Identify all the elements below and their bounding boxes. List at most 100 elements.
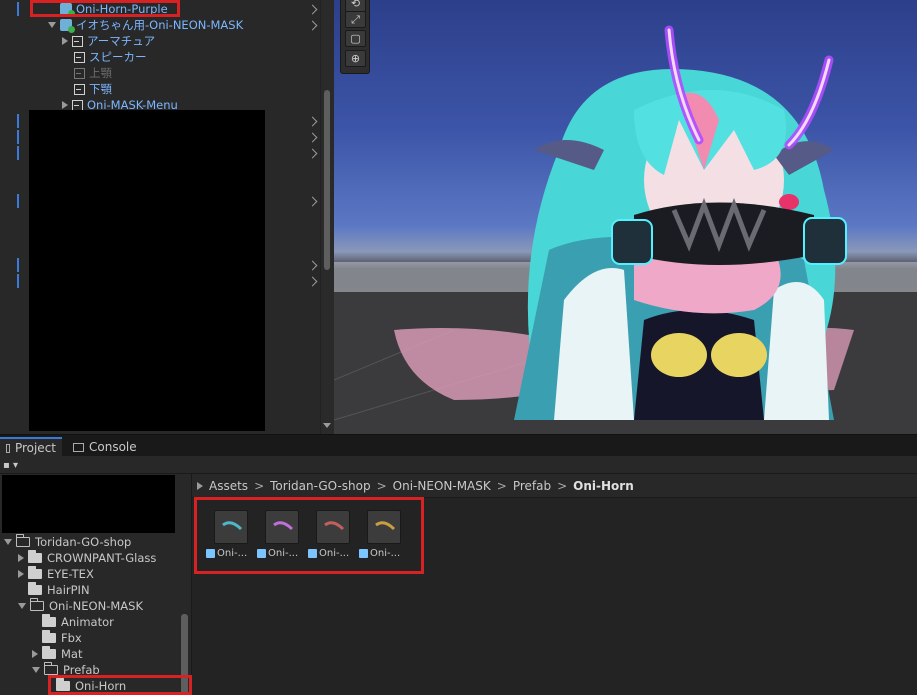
asset-tile[interactable]: Oni-... [306, 507, 356, 561]
selection-marker [17, 194, 19, 208]
create-dropdown-icon[interactable]: ▪ ▾ [3, 460, 18, 471]
hierarchy-item-label: スピーカー [89, 50, 147, 64]
chevron-right-icon[interactable] [307, 196, 318, 206]
asset-name: Oni-... [217, 548, 248, 559]
breadcrumb-item[interactable]: Prefab [513, 479, 551, 493]
redacted-region [29, 110, 265, 431]
panel-tabbar: Project Console [0, 434, 917, 457]
hierarchy-item-armature[interactable]: アーマチュア [0, 33, 320, 49]
expand-arrow-icon[interactable] [18, 603, 26, 609]
hierarchy-panel: Oni-Horn-Purple イオちゃん用-Oni-NEON-MASK アーマ… [0, 0, 334, 434]
hierarchy-item-neon-mask[interactable]: イオちゃん用-Oni-NEON-MASK [0, 17, 320, 33]
tree-item-toridan-go-shop[interactable]: Toridan-GO-shop [4, 534, 131, 550]
breadcrumb-item[interactable]: Oni-Horn [573, 479, 634, 493]
tree-item-prefab[interactable]: Prefab [32, 662, 100, 678]
breadcrumb: Assets > Toridan-GO-shop > Oni-NEON-MASK… [192, 474, 917, 498]
tree-item-hairpin[interactable]: HairPIN [27, 582, 90, 598]
asset-name: Oni-... [268, 548, 299, 559]
selection-marker [17, 2, 19, 16]
selection-marker [17, 130, 19, 144]
redacted-region [2, 475, 175, 533]
chevron-right-icon[interactable] [307, 4, 318, 14]
prefab-icon [308, 549, 317, 558]
chevron-right-icon[interactable] [307, 116, 318, 126]
folder-icon [41, 614, 56, 627]
asset-browser: Assets > Toridan-GO-shop > Oni-NEON-MASK… [192, 474, 917, 695]
expand-arrow-icon[interactable] [48, 22, 56, 28]
hierarchy-item-upper-jaw[interactable]: 上顎 [0, 65, 320, 81]
expand-arrow-icon[interactable] [4, 539, 12, 545]
asset-label: Oni-... [257, 548, 298, 559]
avatar-render [334, 25, 917, 434]
hierarchy-item-label: アーマチュア [87, 34, 156, 48]
scale-tool-icon[interactable]: ⤢ [345, 11, 366, 28]
hierarchy-item-lower-jaw[interactable]: 下顎 [0, 81, 320, 97]
tree-item-fbx[interactable]: Fbx [41, 630, 82, 646]
hierarchy-scrollbar-thumb[interactable] [324, 90, 330, 270]
asset-tile[interactable]: Oni-... [357, 507, 407, 561]
asset-label: Oni-... [308, 548, 349, 559]
breadcrumb-item[interactable]: Toridan-GO-shop [270, 479, 370, 493]
selection-marker [17, 258, 19, 272]
collapse-arrow-icon[interactable] [62, 101, 68, 109]
tree-item-label: Oni-Horn [75, 679, 127, 693]
chevron-right-icon[interactable] [307, 20, 318, 30]
tree-item-label: CROWNPANT-Glass [47, 551, 157, 565]
horn-preview-icon [324, 521, 345, 531]
rect-tool-icon[interactable]: ▢ [345, 30, 366, 47]
breadcrumb-separator: > [557, 478, 568, 493]
breadcrumb-separator: > [376, 478, 387, 493]
asset-thumbnail [265, 510, 299, 544]
tab-label: Project [14, 441, 56, 455]
prefab-icon [206, 549, 215, 558]
tree-item-label: Prefab [63, 663, 100, 677]
project-folder-tree: Toridan-GO-shop CROWNPANT-Glass EYE-TEX … [0, 474, 192, 695]
selection-marker [17, 114, 19, 128]
asset-tile[interactable]: Oni-... [255, 507, 305, 561]
tree-item-label: Mat [61, 647, 83, 661]
tab-console[interactable]: Console [67, 437, 147, 457]
folder-tab-icon [6, 443, 10, 453]
scroll-down-arrow-icon[interactable] [323, 423, 331, 428]
collapse-arrow-icon[interactable] [62, 37, 68, 45]
tree-item-label: Toridan-GO-shop [35, 535, 132, 549]
folder-icon [27, 582, 42, 595]
collapse-arrow-icon[interactable] [18, 570, 24, 578]
collapse-arrow-icon[interactable] [32, 650, 38, 658]
collapse-arrow-icon[interactable] [18, 554, 24, 562]
tree-item-oni-horn[interactable]: Oni-Horn [55, 678, 127, 694]
tree-item-label: Fbx [61, 631, 82, 645]
hierarchy-item-speaker[interactable]: スピーカー [0, 49, 320, 65]
prefab-icon [60, 3, 75, 17]
breadcrumb-separator: > [254, 478, 265, 493]
hierarchy-item-oni-horn-purple[interactable]: Oni-Horn-Purple [0, 1, 320, 17]
tree-item-label: EYE-TEX [47, 567, 94, 581]
tree-item-oni-neon-mask[interactable]: Oni-NEON-MASK [18, 598, 143, 614]
tree-item-label: HairPIN [47, 583, 90, 597]
folder-icon [55, 678, 70, 691]
chevron-right-icon[interactable] [307, 260, 318, 270]
expand-arrow-icon[interactable] [32, 667, 40, 673]
breadcrumb-item[interactable]: Assets [209, 479, 248, 493]
tab-project[interactable]: Project [0, 437, 62, 457]
tree-item-mat[interactable]: Mat [32, 646, 82, 662]
cube-icon [72, 35, 83, 47]
tree-item-label: Animator [61, 615, 114, 629]
prefab-icon [60, 19, 75, 33]
tree-scrollbar-thumb[interactable] [181, 614, 188, 695]
prefab-icon [257, 549, 266, 558]
chevron-right-icon[interactable] [307, 276, 318, 286]
tree-item-animator[interactable]: Animator [41, 614, 114, 630]
transform-tool-icon[interactable]: ⊕ [345, 50, 366, 67]
chevron-right-icon[interactable] [307, 148, 318, 158]
asset-tile[interactable]: Oni-... [204, 507, 254, 561]
breadcrumb-item[interactable]: Oni-NEON-MASK [393, 479, 491, 493]
scene-view[interactable]: ⟲ ⤢ ▢ ⊕ [334, 0, 917, 434]
hierarchy-item-label: イオちゃん用-Oni-NEON-MASK [76, 18, 244, 32]
folder-open-icon [15, 534, 30, 547]
tree-item-eye-tex[interactable]: EYE-TEX [18, 566, 94, 582]
hierarchy-item-label: 上顎 [89, 66, 112, 80]
chevron-right-icon[interactable] [307, 132, 318, 142]
tree-item-crownpant-glass[interactable]: CROWNPANT-Glass [18, 550, 156, 566]
asset-label: Oni-... [359, 548, 400, 559]
